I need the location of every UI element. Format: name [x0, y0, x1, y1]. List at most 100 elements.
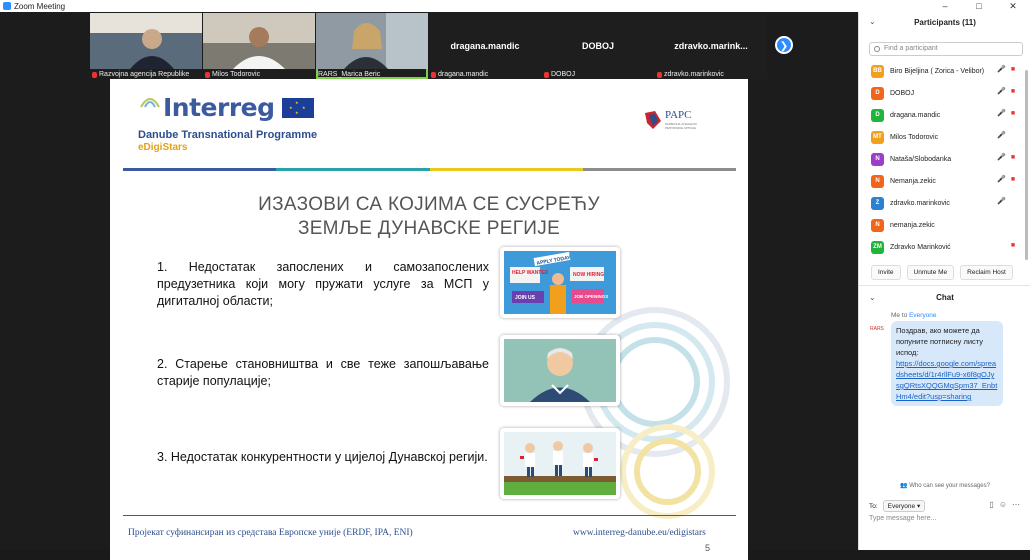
- avatar: N: [871, 174, 884, 188]
- who-can-see-link[interactable]: 👥 Who can see your messages?: [859, 482, 1030, 489]
- participant-name: Nemanja.zekic: [890, 177, 936, 185]
- emoji-icon[interactable]: ☺: [999, 500, 1007, 509]
- slide-title: ИЗАЗОВИ СА КОЈИМА СЕ СУСРЕЋУ ЗЕМЉЕ ДУНАВ…: [258, 194, 600, 239]
- close-button[interactable]: ✕: [996, 0, 1030, 12]
- chat-link[interactable]: https://docs.google.com/spreadsheets/d/1…: [896, 358, 998, 402]
- papc-map-icon: [645, 111, 661, 129]
- video-off-icon[interactable]: ■: [1009, 154, 1017, 162]
- avatar: ZM: [871, 240, 884, 254]
- participant-name: zdravko.marinkovic: [890, 199, 950, 207]
- video-off-icon[interactable]: ■: [1009, 88, 1017, 96]
- participant-search-input[interactable]: Find a participant: [869, 42, 1023, 56]
- video-tile[interactable]: zdravko.marink... zdravko.marinkovic: [655, 13, 767, 79]
- tile-label: DOBOJ: [544, 71, 575, 78]
- decor-swirl: [634, 438, 701, 505]
- muted-mic-icon[interactable]: 🎤: [997, 198, 1006, 206]
- gallery-strip: Razvojna agencija Republike Milos Todoro…: [90, 13, 767, 79]
- chat-recipient-select[interactable]: Everyone ▾: [882, 500, 926, 512]
- file-icon[interactable]: ▯: [989, 500, 993, 509]
- side-panel: ⌄ Participants (11) Find a participant B…: [858, 12, 1030, 550]
- decor-swirl: [610, 337, 700, 427]
- svg-text:JOB OPENINGS: JOB OPENINGS: [574, 294, 608, 299]
- unmute-me-button[interactable]: Unmute Me: [906, 265, 955, 280]
- chat-message-meta: Me to Everyone: [891, 312, 937, 319]
- chat-recipient-row: To: Everyone ▾: [869, 500, 926, 512]
- zoom-icon: [3, 2, 11, 10]
- participants-header: Participants (11): [914, 18, 976, 27]
- participant-video: [90, 13, 202, 69]
- participant-row[interactable]: MT Milos Todorovic 🎤: [859, 126, 1030, 148]
- participant-name: Zdravko Marinković: [890, 243, 951, 251]
- participant-name: Nataša/Slobodanka: [890, 155, 952, 163]
- avatar: N: [871, 218, 884, 232]
- muted-mic-icon[interactable]: 🎤: [997, 176, 1006, 184]
- muted-mic-icon: [544, 71, 549, 78]
- reclaim-host-button[interactable]: Reclaim Host: [960, 265, 1013, 280]
- participant-row[interactable]: Nnemanja.zekic: [859, 214, 1030, 236]
- slide-item-2: 2. Старење становништва и све теже запош…: [157, 357, 489, 388]
- muted-mic-icon: [431, 71, 436, 78]
- tile-label: Razvojna agencija Republike: [92, 71, 189, 78]
- maximize-button[interactable]: □: [962, 0, 996, 12]
- participant-row[interactable]: ZM Zdravko Marinković ■: [859, 236, 1030, 258]
- muted-mic-icon[interactable]: 🎤: [997, 88, 1006, 96]
- video-tile[interactable]: dragana.mandic dragana.mandic: [429, 13, 541, 79]
- project-name: eDigiStars: [138, 142, 188, 153]
- participant-row[interactable]: N Nataša/Slobodanka 🎤 ■: [859, 148, 1030, 170]
- svg-text:JOIN US: JOIN US: [515, 295, 536, 301]
- hiring-image: APPLY TODAY HELP WANTED NOW HIRING JOIN …: [500, 247, 620, 318]
- slide-item-1: 1. Недостатак запослених и самозапослени…: [157, 260, 489, 308]
- invite-button[interactable]: Invite: [871, 265, 901, 280]
- muted-mic-icon: [205, 71, 210, 78]
- participant-video: [316, 13, 428, 69]
- muted-mic-icon[interactable]: 🎤: [997, 132, 1006, 140]
- slide-item-3: 3. Недостатак конкурентности у цијелој Д…: [157, 450, 488, 464]
- muted-mic-icon[interactable]: 🎤: [997, 66, 1006, 74]
- chat-tools: ▯ ☺ ⋯: [989, 500, 1020, 509]
- participant-row[interactable]: Ddragana.mandic 🎤 ■: [859, 104, 1030, 126]
- participant-row[interactable]: Zzdravko.marinkovic 🎤: [859, 192, 1030, 214]
- video-off-icon[interactable]: ■: [1009, 176, 1017, 184]
- muted-mic-icon[interactable]: 🎤: [997, 110, 1006, 118]
- papc-logo: PAPC РАЗВОЈНА АГЕНЦИЈА РЕПУБЛИКЕ СРПСКЕ: [643, 109, 703, 135]
- participant-row[interactable]: BB Biro Bijeljina ( Zorica - Velibor) 🎤 ■: [859, 60, 1030, 82]
- video-tile[interactable]: Razvojna agencija Republike: [90, 13, 202, 79]
- participants-actions: Invite Unmute Me Reclaim Host: [859, 265, 1030, 280]
- video-off-icon[interactable]: ■: [1009, 242, 1017, 250]
- chat-header: Chat: [936, 293, 954, 302]
- avatar: BB: [871, 64, 884, 78]
- participant-name: Milos Todorovic: [890, 133, 939, 141]
- muted-mic-icon: [92, 71, 97, 78]
- tile-label: dragana.mandic: [431, 71, 488, 78]
- participant-name: dragana.mandic: [890, 111, 941, 119]
- elderly-man-image: [500, 335, 620, 406]
- participant-row[interactable]: D DOBOJ 🎤 ■: [859, 82, 1030, 104]
- eu-flag-icon: ★ ★ ★ ★: [282, 98, 314, 118]
- chat-message-input[interactable]: Type message here...: [869, 515, 936, 522]
- video-off-icon[interactable]: ■: [1009, 110, 1017, 118]
- more-icon[interactable]: ⋯: [1012, 500, 1020, 509]
- muted-mic-icon: [657, 71, 662, 78]
- people-icon: 👥: [900, 483, 908, 489]
- svg-text:NOW HIRING: NOW HIRING: [573, 272, 604, 278]
- avatar: D: [871, 108, 884, 122]
- chevron-right-icon: ❯: [779, 41, 789, 52]
- window-title: Zoom Meeting: [14, 1, 66, 11]
- video-off-icon[interactable]: ■: [1009, 66, 1017, 74]
- tile-name: dragana.mandic: [450, 41, 520, 51]
- video-tile[interactable]: DOBOJ DOBOJ: [542, 13, 654, 79]
- participant-row[interactable]: N Nemanja.zekic 🎤 ■: [859, 170, 1030, 192]
- tile-label: Milos Todorovic: [205, 71, 260, 78]
- next-page-button[interactable]: ❯: [775, 36, 793, 54]
- minimize-button[interactable]: –: [928, 0, 962, 12]
- video-tile-active-speaker[interactable]: RARS_Marica Beric: [316, 13, 428, 79]
- avatar: D: [871, 86, 884, 100]
- video-tile[interactable]: Milos Todorovic: [203, 13, 315, 79]
- chat-message: Поздрав, ако можете да попуните потписну…: [891, 321, 1003, 406]
- tile-label: RARS_Marica Beric: [318, 71, 381, 78]
- tile-name: DOBOJ: [581, 41, 614, 51]
- muted-mic-icon[interactable]: 🎤: [997, 154, 1006, 162]
- interreg-logo: Interreg: [163, 93, 275, 122]
- sender-avatar-icon: RARS: [870, 326, 884, 332]
- footer-cofinancing: Пројекат суфинансиран из средстава Европ…: [128, 528, 413, 538]
